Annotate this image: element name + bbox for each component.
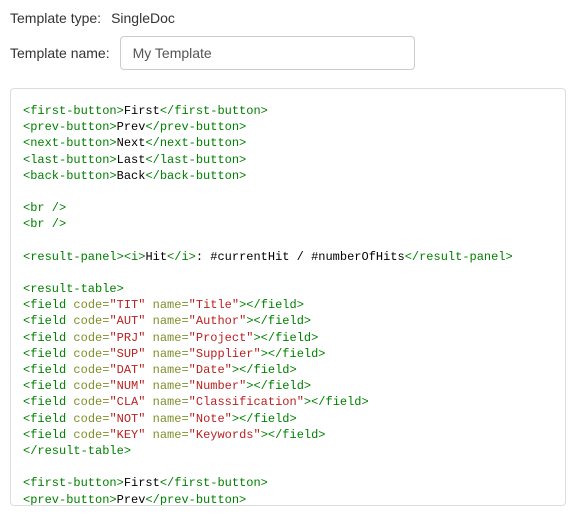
template-name-label: Template name: — [10, 45, 110, 61]
template-type-value: SingleDoc — [111, 10, 175, 26]
template-name-input[interactable] — [120, 36, 415, 70]
template-name-row: Template name: — [10, 36, 566, 70]
template-code-editor[interactable]: <first-button>First</first-button> <prev… — [10, 88, 566, 506]
template-type-row: Template type: SingleDoc — [10, 10, 566, 26]
code-content: <first-button>First</first-button> <prev… — [23, 103, 553, 506]
template-type-label: Template type: — [10, 10, 101, 26]
